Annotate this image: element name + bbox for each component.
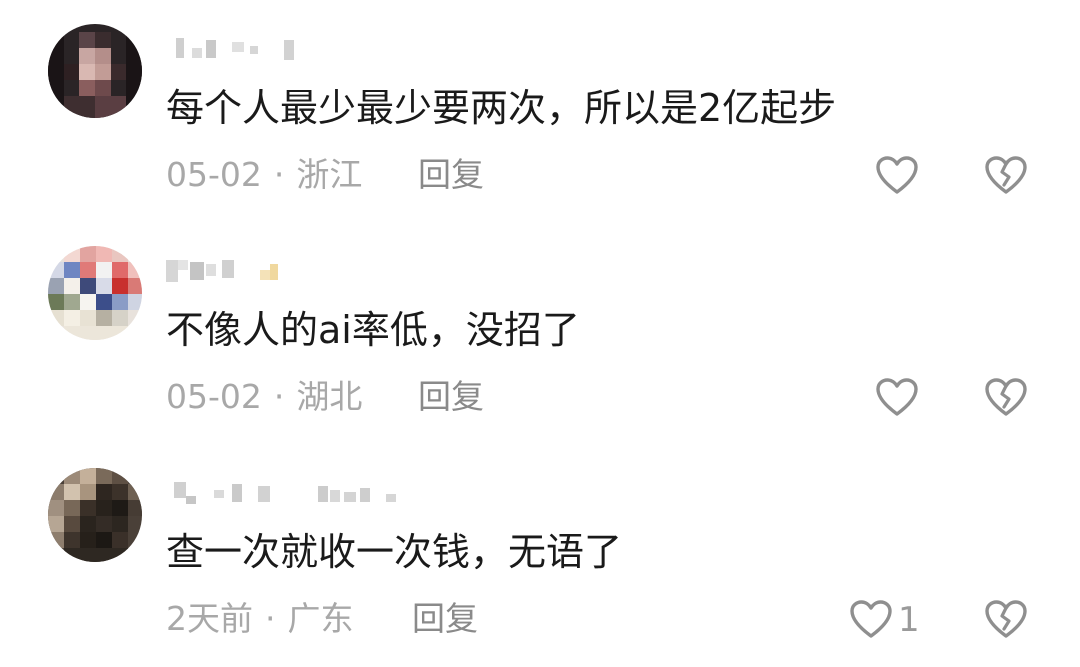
broken-heart-icon bbox=[985, 156, 1027, 194]
reply-button[interactable]: 回复 bbox=[412, 594, 478, 644]
avatar[interactable] bbox=[48, 24, 142, 118]
username-blurred[interactable] bbox=[166, 478, 406, 506]
meta-separator: · bbox=[273, 377, 285, 416]
like-button[interactable]: 1 bbox=[848, 596, 920, 644]
meta-separator: · bbox=[273, 155, 285, 194]
avatar[interactable] bbox=[48, 246, 142, 340]
comment-location: 湖北 bbox=[296, 377, 363, 416]
broken-heart-icon bbox=[985, 600, 1027, 638]
comment-location: 广东 bbox=[287, 599, 354, 638]
like-button[interactable] bbox=[874, 374, 924, 422]
avatar[interactable] bbox=[48, 468, 142, 562]
comment-item: 每个人最少最少要两次，所以是2亿起步 05-02 · 浙江 回复 bbox=[0, 0, 1080, 222]
reply-button[interactable]: 回复 bbox=[418, 150, 484, 200]
like-count: 1 bbox=[898, 600, 920, 640]
comment-item: 查一次就收一次钱，无语了 2天前 · 广东 回复 1 bbox=[0, 444, 1080, 666]
username-blurred[interactable] bbox=[166, 256, 306, 284]
heart-outline-icon bbox=[850, 600, 892, 638]
like-button[interactable] bbox=[874, 152, 924, 200]
comment-location: 浙江 bbox=[296, 155, 363, 194]
comment-meta: 2天前 · 广东 bbox=[166, 594, 354, 644]
comment-text: 不像人的ai率低，没招了 bbox=[166, 308, 580, 352]
comment-date: 05-02 bbox=[166, 377, 262, 416]
heart-outline-icon bbox=[876, 378, 918, 416]
comment-meta: 05-02 · 浙江 bbox=[166, 150, 362, 200]
dislike-button[interactable] bbox=[982, 152, 1030, 200]
username-blurred[interactable] bbox=[166, 34, 306, 62]
meta-separator: · bbox=[265, 599, 276, 638]
reply-button[interactable]: 回复 bbox=[418, 372, 484, 422]
broken-heart-icon bbox=[985, 378, 1027, 416]
comment-item: 不像人的ai率低，没招了 05-02 · 湖北 回复 bbox=[0, 222, 1080, 444]
heart-outline-icon bbox=[876, 156, 918, 194]
comment-text: 每个人最少最少要两次，所以是2亿起步 bbox=[166, 86, 837, 130]
comment-date: 2天前 bbox=[166, 599, 253, 638]
comment-date: 05-02 bbox=[166, 155, 262, 194]
dislike-button[interactable] bbox=[982, 596, 1030, 644]
dislike-button[interactable] bbox=[982, 374, 1030, 422]
comment-meta: 05-02 · 湖北 bbox=[166, 372, 362, 422]
comment-text: 查一次就收一次钱，无语了 bbox=[166, 530, 623, 574]
